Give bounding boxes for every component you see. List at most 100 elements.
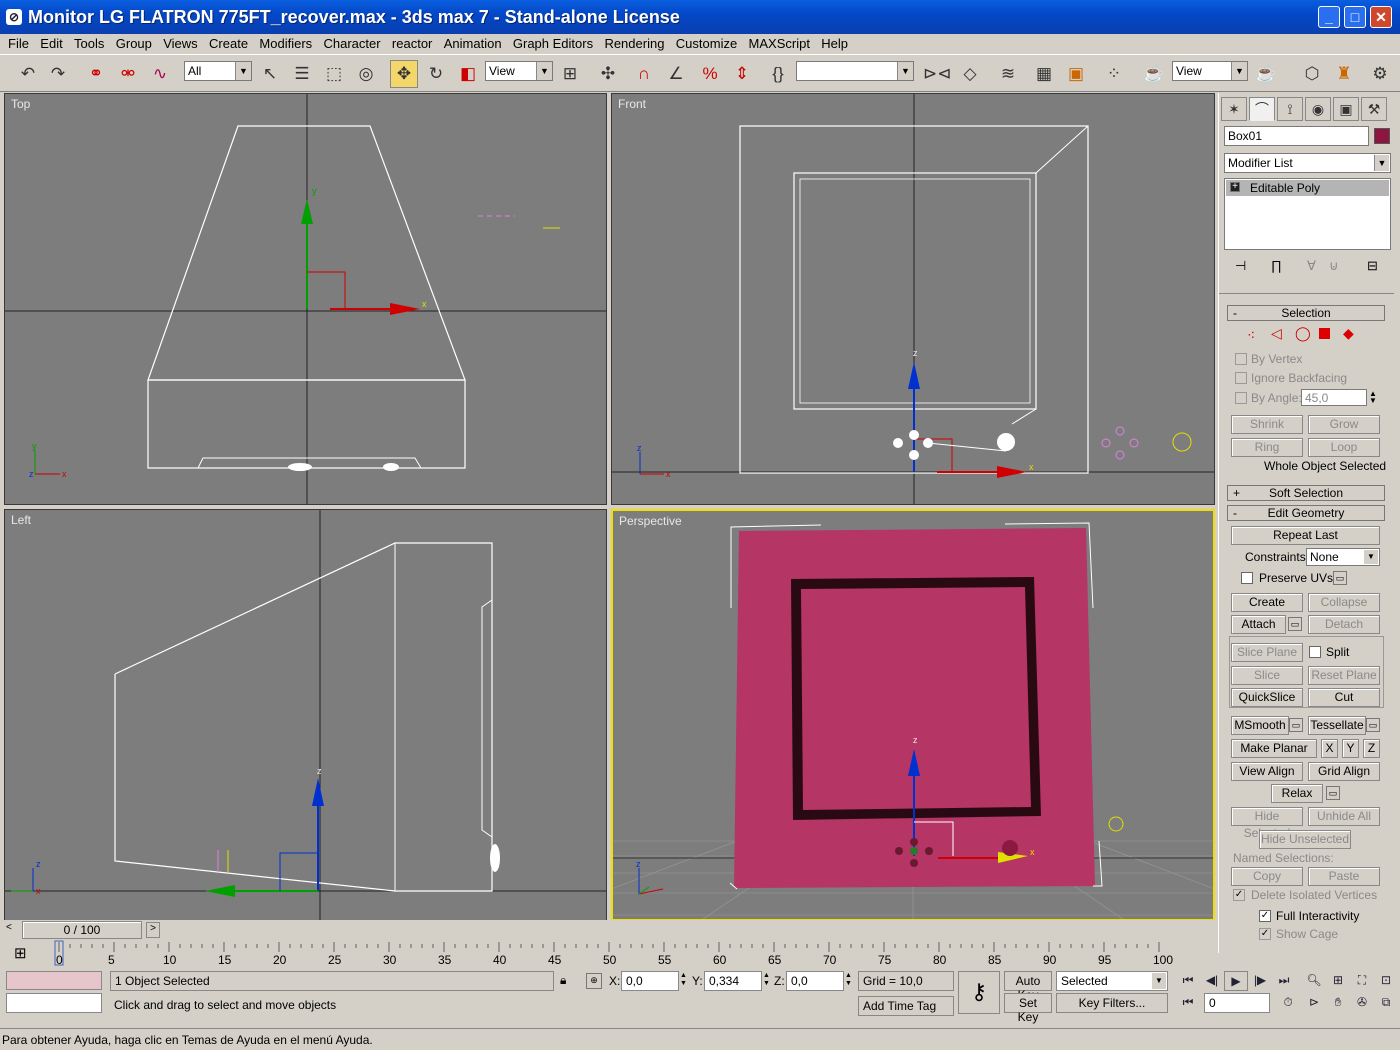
preserve-uvs-checkbox[interactable] — [1241, 572, 1253, 584]
undo-icon[interactable]: ↶ — [14, 60, 42, 88]
grow-button[interactable]: Grow — [1308, 415, 1380, 434]
time-slider-thumb[interactable]: 0 / 100 — [22, 921, 142, 939]
hierarchy-icon[interactable]: ⟟ — [1277, 97, 1303, 121]
angle-snap-icon[interactable]: ∠ — [662, 60, 690, 88]
bind-spacewarp-icon[interactable]: ∿ — [146, 60, 174, 88]
object-color-swatch[interactable] — [1374, 128, 1390, 144]
field-of-view-icon[interactable]: ⊳ — [1302, 993, 1326, 1013]
rect-region-icon[interactable]: ⬚ — [320, 60, 348, 88]
zoom-all-icon[interactable]: ⊞ — [1326, 971, 1350, 991]
menu-modifiers[interactable]: Modifiers — [259, 34, 312, 51]
menu-reactor[interactable]: reactor — [392, 34, 432, 51]
zoom-icon[interactable]: 🔍︎ — [1302, 971, 1326, 991]
repeat-last-button[interactable]: Repeat Last — [1231, 526, 1380, 545]
schematic-icon[interactable]: ▣ — [1062, 60, 1090, 88]
msmooth-button[interactable]: MSmooth — [1231, 716, 1289, 735]
ring-button[interactable]: Ring — [1231, 438, 1303, 457]
slider-right-arrow[interactable]: > — [146, 922, 160, 938]
absolute-mode-icon[interactable]: ⊕ — [586, 973, 602, 989]
slice-button[interactable]: Slice — [1231, 666, 1303, 685]
auto-key-button[interactable]: Auto Key — [1004, 971, 1052, 1002]
layer-manager-icon[interactable]: ≋ — [994, 60, 1022, 88]
spinner-arrows-icon[interactable]: ▲ ▼ — [1369, 390, 1377, 405]
unlink-icon[interactable]: ⚮ — [114, 60, 142, 88]
manipulate-icon[interactable]: ✣ — [594, 60, 622, 88]
menu-customize[interactable]: Customize — [676, 34, 737, 51]
menu-edit[interactable]: Edit — [40, 34, 62, 51]
view-align-button[interactable]: View Align — [1231, 762, 1303, 781]
modifier-list-dropdown[interactable]: Modifier List ▼ — [1224, 153, 1391, 173]
unhide-all-button[interactable]: Unhide All — [1308, 807, 1380, 826]
play-icon[interactable]: ▶ — [1224, 971, 1248, 991]
border-mode-icon[interactable]: ◯ — [1295, 325, 1311, 342]
make-unique-icon[interactable]: ∀ — [1307, 258, 1316, 274]
select-object-icon[interactable]: ↖ — [256, 60, 284, 88]
edge-mode-icon[interactable]: ◁ — [1271, 325, 1282, 342]
go-to-end-icon[interactable]: ⏭ — [1272, 971, 1296, 991]
snap-3d-icon[interactable]: ∩ — [630, 60, 658, 88]
create-icon[interactable]: ✶ — [1221, 97, 1247, 121]
utilities-icon[interactable]: ⚒ — [1361, 97, 1387, 121]
maxscript-listener-mini[interactable] — [6, 971, 102, 990]
spinner-snap-icon[interactable]: ⇕ — [728, 60, 756, 88]
tessellate-settings-icon[interactable]: ▭ — [1366, 718, 1380, 732]
y-coordinate-field[interactable]: 0,334 — [704, 971, 762, 991]
planar-x-button[interactable]: X — [1321, 739, 1338, 758]
collapse-button[interactable]: Collapse — [1308, 593, 1380, 612]
viewport-top[interactable]: Top y x x y z — [4, 93, 607, 505]
pan-icon[interactable]: ✋︎ — [1326, 993, 1350, 1013]
polygon-mode-icon[interactable] — [1319, 328, 1330, 339]
paste-button[interactable]: Paste — [1308, 867, 1380, 886]
x-spinner-icon[interactable]: ▲ ▼ — [680, 972, 687, 988]
selection-filter-dropdown[interactable]: All ▼ — [184, 61, 252, 81]
configure-sets-icon[interactable]: ⊟ — [1367, 258, 1378, 274]
menu-views[interactable]: Views — [163, 34, 197, 51]
menu-maxscript[interactable]: MAXScript — [749, 34, 810, 51]
relax-button[interactable]: Relax — [1271, 784, 1323, 803]
select-by-name-icon[interactable]: ☰ — [288, 60, 316, 88]
rotate-icon[interactable]: ↻ — [422, 60, 450, 88]
element-mode-icon[interactable]: ◆ — [1343, 325, 1354, 342]
full-interactivity-checkbox[interactable]: ✓ — [1259, 910, 1271, 922]
track-bar[interactable]: ⊞ 0 5 10 15 20 25 30 35 40 45 50 55 60 65 70 75 80 85 90 95… — [0, 940, 1218, 968]
set-key-button[interactable]: Set Key — [1004, 993, 1052, 1024]
render-type-dropdown[interactable]: View ▼ — [1172, 61, 1248, 81]
pivot-icon[interactable]: ⊞ — [556, 60, 584, 88]
key-filters-button[interactable]: Key Filters... — [1056, 993, 1168, 1013]
loop-button[interactable]: Loop — [1308, 438, 1380, 457]
viewport-perspective[interactable]: Perspective z x z — [611, 509, 1215, 921]
render-scene-icon[interactable]: ☕ — [1140, 60, 1168, 88]
copy-button[interactable]: Copy — [1231, 867, 1303, 886]
by-angle-checkbox[interactable] — [1235, 392, 1247, 404]
vertex-mode-icon[interactable]: ⁖ — [1247, 327, 1255, 344]
app-logo-icon[interactable]: ⊘ — [6, 9, 22, 25]
stack-item-editable-poly[interactable]: + Editable Poly — [1226, 180, 1389, 196]
display-icon[interactable]: ▣ — [1333, 97, 1359, 121]
msmooth-settings-icon[interactable]: ▭ — [1289, 718, 1303, 732]
slice-plane-button[interactable]: Slice Plane — [1231, 643, 1303, 662]
angle-spinner[interactable]: 45,0 — [1301, 389, 1367, 406]
planar-z-button[interactable]: Z — [1363, 739, 1380, 758]
maximize-viewport-icon[interactable]: ⧉ — [1374, 993, 1398, 1013]
current-frame-field[interactable]: 0 — [1204, 993, 1270, 1013]
align-icon[interactable]: ◇ — [956, 60, 984, 88]
move-icon[interactable]: ✥ — [390, 60, 418, 88]
show-cage-checkbox[interactable]: ✓ — [1259, 928, 1271, 940]
named-selection-dropdown[interactable]: ▼ — [796, 61, 914, 81]
remove-modifier-icon[interactable]: ⊍ — [1329, 258, 1339, 274]
object-name-input[interactable]: Box01 — [1224, 126, 1369, 146]
shrink-button[interactable]: Shrink — [1231, 415, 1303, 434]
select-link-icon[interactable]: ⚭ — [82, 60, 110, 88]
z-spinner-icon[interactable]: ▲ ▼ — [845, 972, 852, 988]
menu-animation[interactable]: Animation — [444, 34, 502, 51]
zoom-extents-icon[interactable]: ⛶ — [1350, 971, 1374, 991]
material-editor-icon[interactable]: ⁘ — [1100, 60, 1128, 88]
window-crossing-icon[interactable]: ◎ — [352, 60, 380, 88]
cut-button[interactable]: Cut — [1308, 688, 1380, 707]
slider-left-arrow[interactable]: < — [6, 922, 20, 938]
ref-coord-dropdown[interactable]: View ▼ — [485, 61, 553, 81]
menu-tools[interactable]: Tools — [74, 34, 104, 51]
menu-help[interactable]: Help — [821, 34, 848, 51]
modify-icon[interactable]: ⌒ — [1249, 97, 1275, 121]
menu-create[interactable]: Create — [209, 34, 248, 51]
